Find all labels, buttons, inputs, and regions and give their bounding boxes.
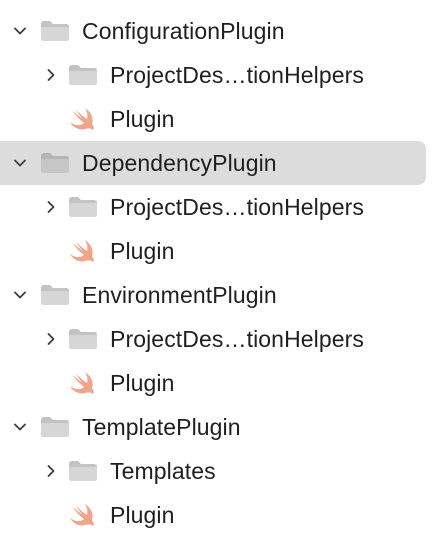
swift-file-icon bbox=[69, 502, 97, 528]
swift-file-icon bbox=[69, 370, 97, 396]
folder-icon bbox=[68, 328, 98, 350]
tree-row-label: ProjectDes…tionHelpers bbox=[110, 194, 365, 220]
folder-icon bbox=[40, 284, 70, 306]
chevron-right-icon[interactable] bbox=[43, 331, 59, 347]
swift-file-icon bbox=[69, 238, 97, 264]
chevron-right-icon[interactable] bbox=[43, 67, 59, 83]
tree-row-label: ConfigurationPlugin bbox=[82, 18, 285, 44]
tree-row-templates[interactable]: Templates bbox=[0, 449, 438, 493]
tree-row-plugin-file[interactable]: Plugin bbox=[0, 97, 438, 141]
chevron-right-icon[interactable] bbox=[43, 463, 59, 479]
tree-row-template-plugin[interactable]: TemplatePlugin bbox=[0, 405, 438, 449]
chevron-down-icon[interactable] bbox=[12, 23, 28, 39]
tree-row-plugin-file[interactable]: Plugin bbox=[0, 493, 438, 537]
chevron-right-icon[interactable] bbox=[43, 199, 59, 215]
tree-row-configuration-plugin[interactable]: ConfigurationPlugin bbox=[0, 9, 438, 53]
tree-row-label: Plugin bbox=[110, 370, 175, 396]
tree-row-label: Plugin bbox=[110, 106, 175, 132]
tree-row-plugin-file[interactable]: Plugin bbox=[0, 229, 438, 273]
swift-file-icon bbox=[69, 106, 97, 132]
tree-row-label: Templates bbox=[110, 458, 216, 484]
tree-row-project-description-helpers[interactable]: ProjectDes…tionHelpers bbox=[0, 317, 438, 361]
project-navigator-tree: ConfigurationPlugin ProjectDes…tionHelpe… bbox=[0, 0, 438, 542]
tree-row-plugin-file[interactable]: Plugin bbox=[0, 361, 438, 405]
tree-row-environment-plugin[interactable]: EnvironmentPlugin bbox=[0, 273, 438, 317]
folder-icon bbox=[68, 64, 98, 86]
tree-row-label: TemplatePlugin bbox=[82, 414, 241, 440]
tree-row-label: ProjectDes…tionHelpers bbox=[110, 62, 365, 88]
tree-row-label: Plugin bbox=[110, 238, 175, 264]
tree-row-label: DependencyPlugin bbox=[82, 150, 277, 176]
tree-row-label: Plugin bbox=[110, 502, 175, 528]
chevron-down-icon[interactable] bbox=[12, 287, 28, 303]
tree-row-dependency-plugin[interactable]: DependencyPlugin bbox=[0, 141, 438, 185]
tree-row-project-description-helpers[interactable]: ProjectDes…tionHelpers bbox=[0, 185, 438, 229]
tree-row-project-description-helpers[interactable]: ProjectDes…tionHelpers bbox=[0, 53, 438, 97]
folder-icon bbox=[68, 196, 98, 218]
folder-icon bbox=[40, 152, 70, 174]
folder-icon bbox=[68, 460, 98, 482]
tree-row-label: EnvironmentPlugin bbox=[82, 282, 277, 308]
tree-row-label: ProjectDes…tionHelpers bbox=[110, 326, 365, 352]
chevron-down-icon[interactable] bbox=[12, 155, 28, 171]
folder-icon bbox=[40, 20, 70, 42]
folder-icon bbox=[40, 416, 70, 438]
chevron-down-icon[interactable] bbox=[12, 419, 28, 435]
